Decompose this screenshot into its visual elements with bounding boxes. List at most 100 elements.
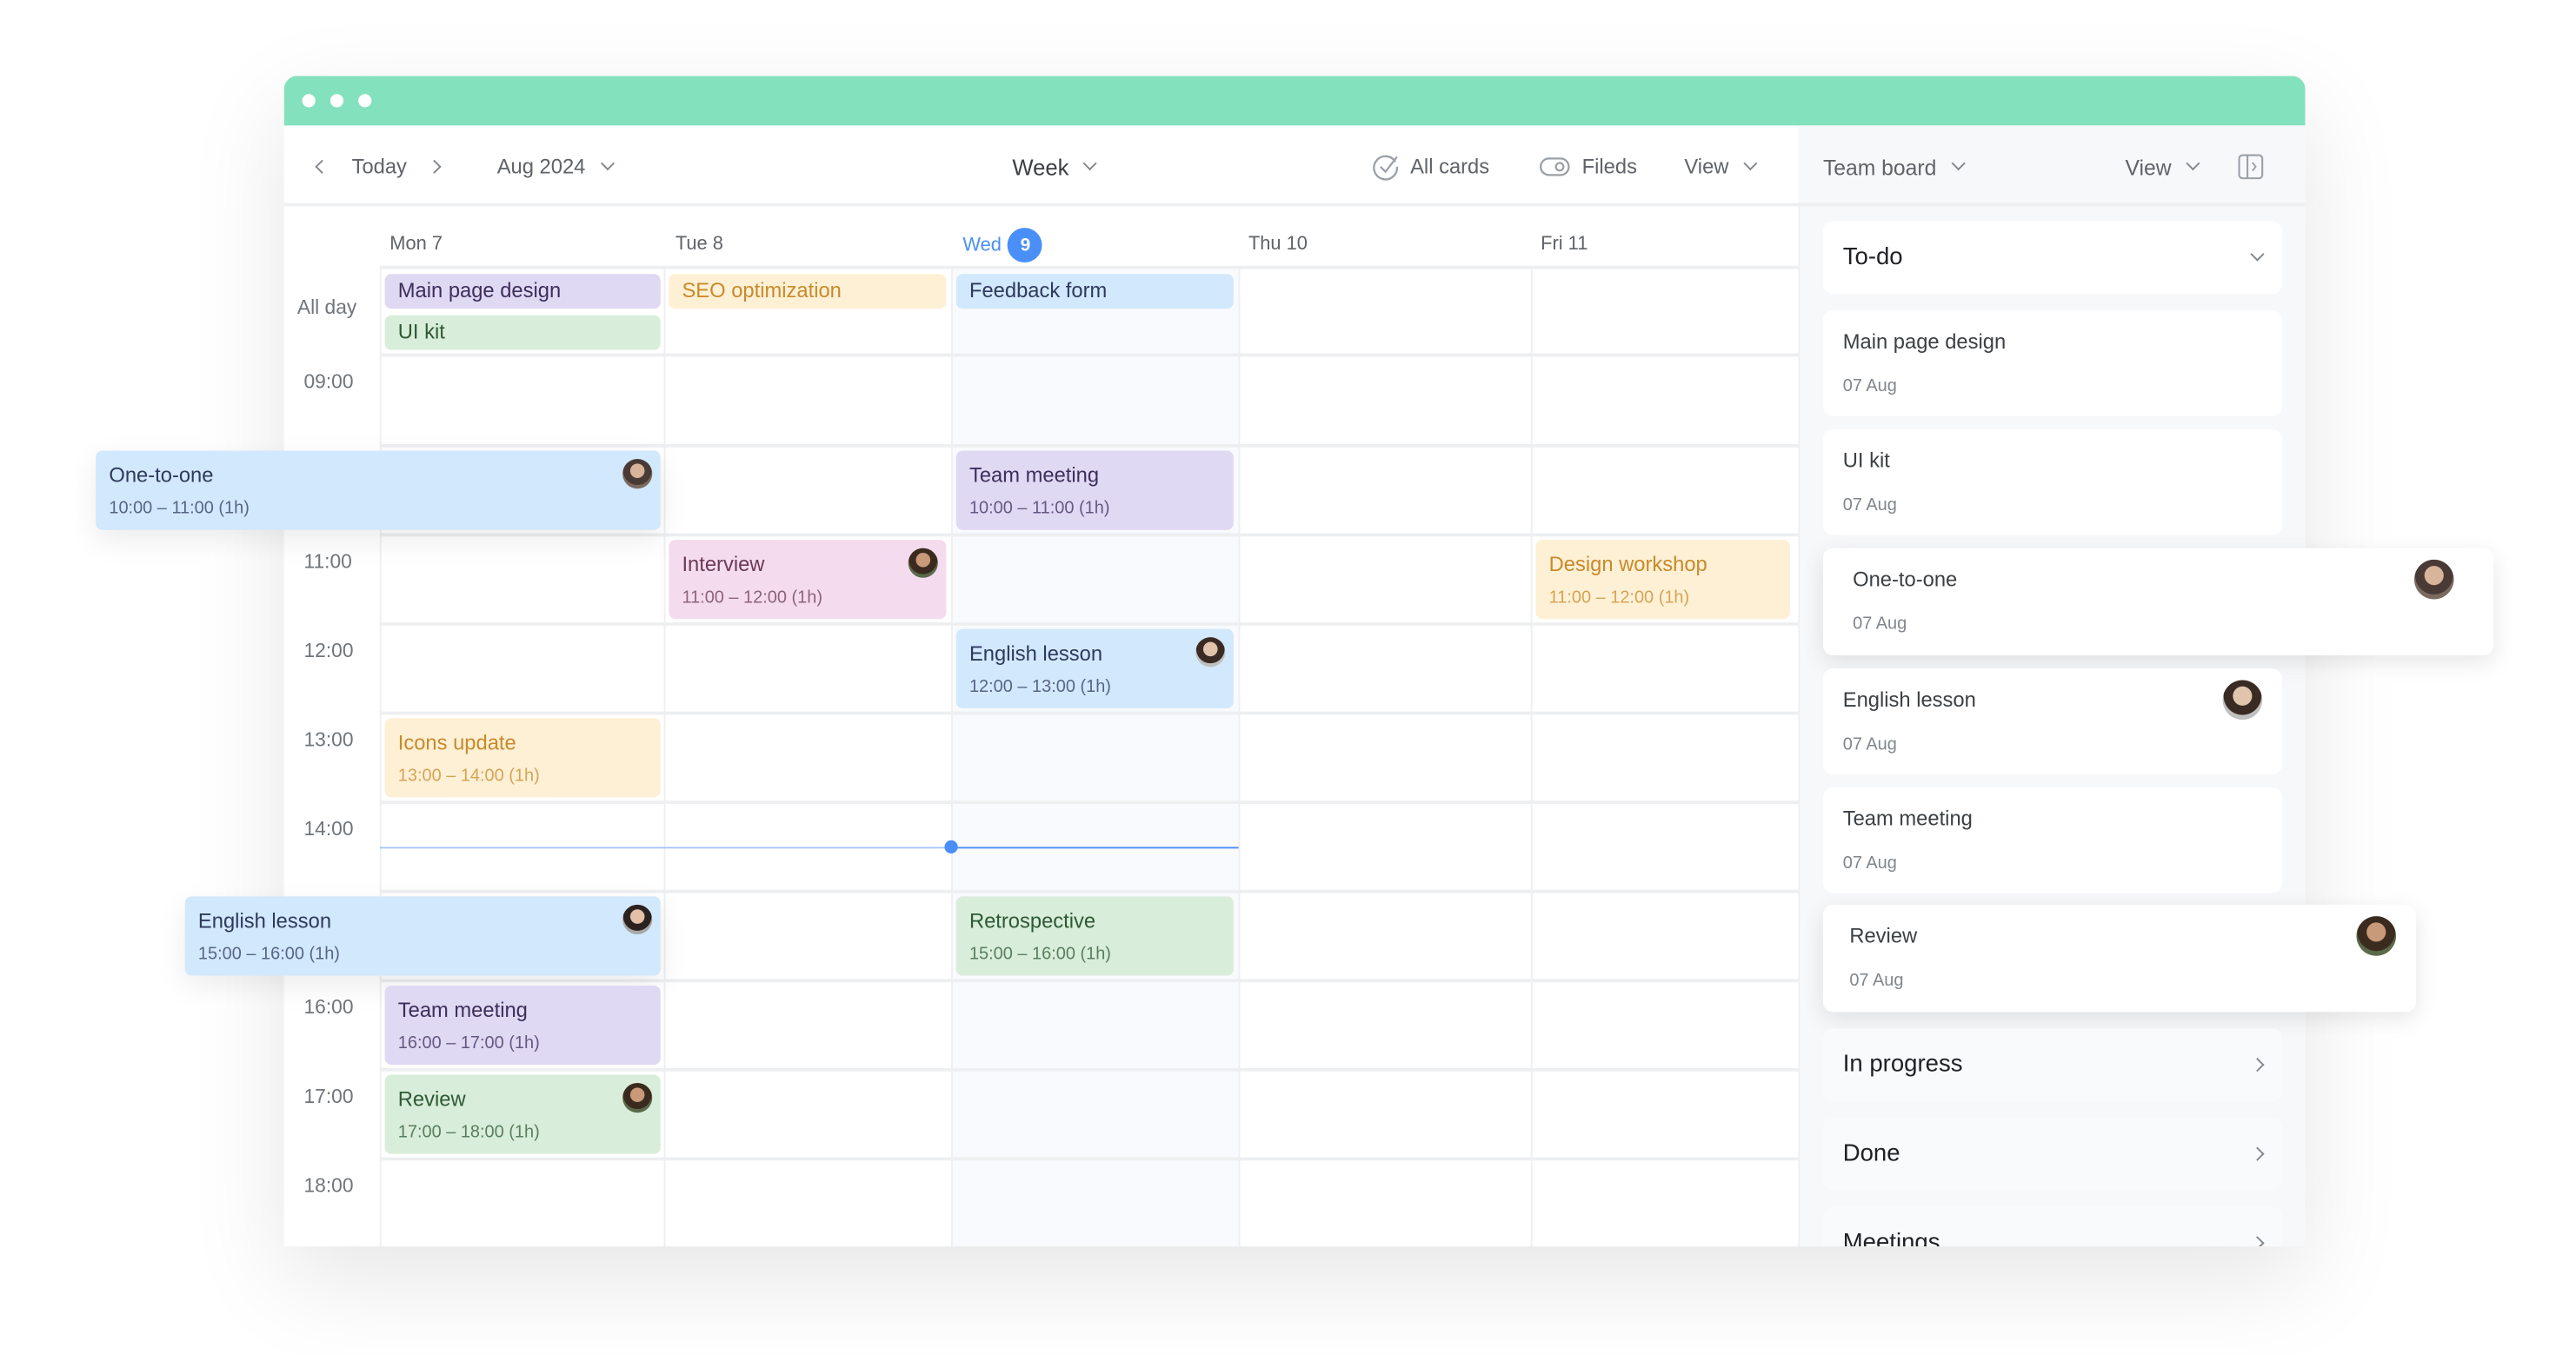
board-card-dragging[interactable]: One-to-one 07 Aug	[1822, 548, 2494, 656]
all-day-event[interactable]: Main page design	[384, 274, 661, 309]
avatar	[622, 1083, 653, 1113]
avatar	[2356, 916, 2397, 956]
day-header-wed: Wed 9	[962, 228, 1043, 263]
avatar	[908, 548, 938, 578]
all-day-event[interactable]: Feedback form	[955, 274, 1234, 309]
day-header-mon: Mon 7	[389, 234, 443, 255]
row-divider	[379, 889, 1799, 893]
chevron-down-icon	[2250, 247, 2265, 262]
column-divider	[1798, 204, 1801, 1247]
chevron-right-icon	[2250, 1236, 2265, 1247]
board-view-dropdown[interactable]: View	[2126, 152, 2200, 182]
chevron-right-icon	[427, 159, 442, 174]
event-card[interactable]: English lesson 15:00 – 16:00 (1h)	[184, 896, 661, 976]
group-meetings-clip: Meetings	[1822, 1206, 2282, 1247]
event-card[interactable]: Icons update 13:00 – 14:00 (1h)	[384, 718, 661, 798]
chevron-down-icon	[1083, 156, 1098, 171]
fields-label: Fileds	[1581, 155, 1637, 179]
hour-label: 18:00	[303, 1173, 354, 1198]
now-line-past	[379, 847, 952, 849]
board-card[interactable]: English lesson 07 Aug	[1822, 668, 2282, 774]
all-day-event[interactable]: SEO optimization	[669, 274, 947, 309]
event-title: One-to-one	[109, 463, 214, 488]
month-dropdown[interactable]: Aug 2024	[497, 152, 615, 182]
now-indicator-dot	[944, 840, 958, 854]
row-divider	[379, 533, 1799, 537]
today-label: Today	[351, 155, 407, 179]
fields-toggle[interactable]: Fileds	[1539, 152, 1637, 182]
chevron-down-icon	[1950, 156, 1966, 171]
event-card[interactable]: English lesson 12:00 – 13:00 (1h)	[955, 628, 1234, 708]
all-day-label: All day	[296, 295, 357, 319]
card-date: 07 Aug	[1842, 734, 1897, 755]
board-card[interactable]: Team meeting 07 Aug	[1822, 787, 2282, 893]
event-title: Design workshop	[1548, 553, 1707, 576]
avatar	[622, 459, 653, 489]
board-card[interactable]: UI kit 07 Aug	[1822, 428, 2282, 535]
row-divider	[379, 1067, 1799, 1072]
card-date: 07 Aug	[1853, 614, 1907, 634]
event-title: Team meeting	[397, 999, 528, 1022]
all-cards-button[interactable]: All cards	[1371, 152, 1489, 182]
group-name: To-do	[1842, 244, 1903, 271]
card-date: 07 Aug	[1842, 376, 1897, 396]
event-time: 11:00 – 12:00 (1h)	[1548, 588, 1690, 608]
event-time: 12:00 – 13:00 (1h)	[968, 676, 1111, 697]
column-divider	[1530, 267, 1533, 1247]
event-card[interactable]: One-to-one 10:00 – 11:00 (1h)	[96, 450, 661, 530]
card-title: Review	[1849, 924, 1918, 948]
prev-week-button[interactable]	[315, 152, 329, 182]
today-badge: 9	[1008, 228, 1043, 263]
event-title: English lesson	[197, 909, 332, 933]
window-dot-maximize[interactable]	[358, 94, 372, 108]
toggle-panel-button[interactable]	[2238, 152, 2264, 182]
team-board-dropdown[interactable]: Team board	[1823, 152, 1966, 182]
event-time: 16:00 – 17:00 (1h)	[397, 1033, 540, 1053]
event-time: 17:00 – 18:00 (1h)	[397, 1122, 540, 1143]
view-mode-dropdown[interactable]: Week	[1012, 152, 1098, 182]
event-card[interactable]: Interview 11:00 – 12:00 (1h)	[669, 540, 947, 620]
row-divider	[379, 353, 1799, 357]
board-card[interactable]: Main page design 07 Aug	[1822, 310, 2282, 416]
group-name: In progress	[1842, 1051, 1963, 1079]
event-card[interactable]: Team meeting 10:00 – 11:00 (1h)	[955, 450, 1234, 530]
event-card[interactable]: Team meeting 16:00 – 17:00 (1h)	[384, 985, 661, 1066]
today-button[interactable]: Today	[352, 152, 407, 182]
chevron-right-icon	[2250, 1146, 2265, 1161]
next-week-button[interactable]	[427, 152, 442, 182]
group-name: Done	[1842, 1140, 1900, 1167]
card-date: 07 Aug	[1849, 970, 1904, 991]
window-dot-minimize[interactable]	[329, 94, 344, 108]
card-title: English lesson	[1842, 688, 1976, 712]
board-card-dragging[interactable]: Review 07 Aug	[1822, 904, 2416, 1013]
chevron-down-icon	[2186, 156, 2200, 171]
group-in-progress[interactable]: In progress	[1822, 1028, 2282, 1101]
window-dot-close[interactable]	[302, 94, 316, 108]
event-time: 11:00 – 12:00 (1h)	[682, 588, 822, 608]
event-card[interactable]: Design workshop 11:00 – 12:00 (1h)	[1535, 540, 1790, 620]
event-card[interactable]: Retrospective 15:00 – 16:00 (1h)	[955, 896, 1234, 976]
column-divider	[951, 267, 953, 1247]
row-divider	[379, 443, 1799, 448]
column-divider	[663, 267, 666, 1247]
chevron-down-icon	[600, 156, 615, 171]
title-bar	[283, 76, 2306, 126]
hour-label: 16:00	[303, 995, 354, 1019]
event-card[interactable]: Review 17:00 – 18:00 (1h)	[384, 1074, 661, 1154]
event-time: 15:00 – 16:00 (1h)	[968, 944, 1111, 965]
calendar-view-dropdown[interactable]: View	[1684, 152, 1758, 182]
all-day-event[interactable]: UI kit	[384, 315, 661, 350]
today-column	[951, 267, 1239, 1247]
group-meetings[interactable]: Meetings	[1822, 1206, 2282, 1247]
group-name: Meetings	[1842, 1230, 1940, 1247]
event-title: UI kit	[397, 320, 445, 344]
event-title: Team meeting	[968, 463, 1100, 488]
day-header-thu: Thu 10	[1248, 234, 1308, 255]
now-line	[951, 846, 1239, 849]
row-divider	[379, 1157, 1799, 1161]
view-mode-label: Week	[1012, 154, 1069, 180]
avatar	[2222, 680, 2263, 721]
event-title: SEO optimization	[682, 278, 842, 302]
group-todo[interactable]: To-do	[1822, 221, 2282, 295]
group-done[interactable]: Done	[1822, 1117, 2282, 1191]
